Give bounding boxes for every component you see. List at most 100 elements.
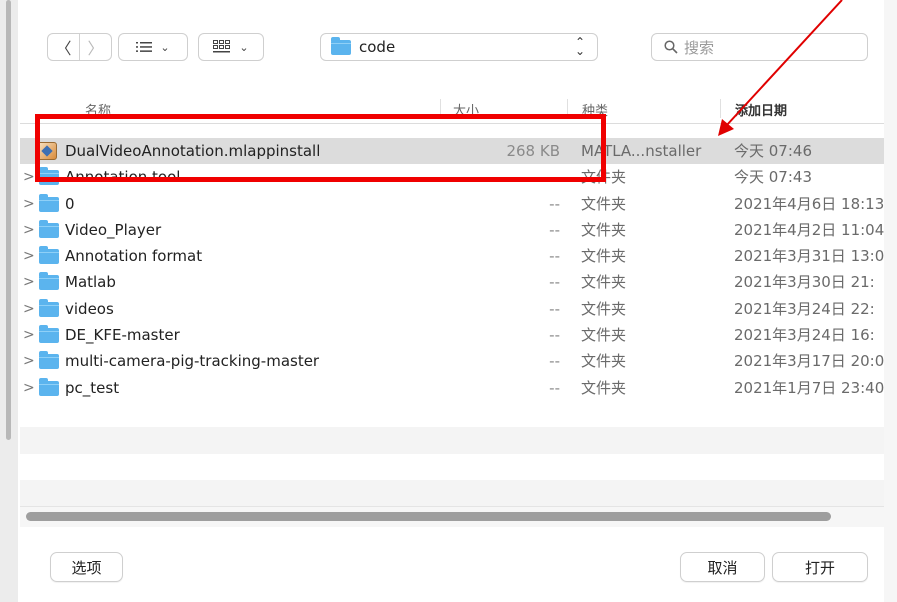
- chevron-down-icon: ⌄: [160, 40, 170, 54]
- file-kind: 文件夹: [581, 194, 627, 213]
- search-field[interactable]: 搜索: [651, 33, 868, 61]
- folder-location-label: code: [359, 38, 396, 56]
- folder-icon: [39, 246, 59, 265]
- file-name: Annotation format: [65, 247, 203, 266]
- file-name: videos: [65, 299, 114, 318]
- search-icon: [664, 40, 678, 54]
- column-divider[interactable]: [440, 99, 441, 118]
- folder-row[interactable]: > videos -- 文件夹 2021年3月24日 22:: [20, 296, 884, 322]
- column-divider[interactable]: [567, 99, 568, 118]
- search-placeholder: 搜索: [684, 38, 715, 57]
- file-date: 2021年1月7日 23:40: [734, 378, 884, 397]
- file-name: 0: [65, 194, 75, 213]
- empty-row: [20, 427, 884, 454]
- folder-icon: [39, 325, 59, 344]
- file-kind: 文件夹: [581, 378, 627, 397]
- window-left-edge: [0, 0, 18, 602]
- folder-icon: [39, 298, 59, 317]
- column-header: 名称 大小 种类 添加日期: [20, 95, 884, 124]
- file-name: Video_Player: [65, 220, 162, 239]
- file-size: --: [549, 247, 560, 266]
- file-date: 2021年4月6日 18:13: [734, 194, 884, 213]
- file-kind: 文件夹: [581, 326, 627, 345]
- folder-icon: [39, 219, 59, 238]
- disclosure-triangle-icon[interactable]: >: [23, 348, 35, 374]
- file-list: DualVideoAnnotation.mlappinstall 268 KB …: [20, 138, 884, 507]
- file-date: 2021年4月2日 11:04: [734, 220, 884, 239]
- horizontal-scrollbar[interactable]: [20, 506, 884, 527]
- file-size: --: [549, 194, 560, 213]
- file-date: 今天 07:46: [734, 142, 812, 160]
- file-size: --: [549, 273, 560, 292]
- folder-icon: [39, 167, 59, 186]
- folder-row[interactable]: > Video_Player -- 文件夹 2021年4月2日 11:04: [20, 217, 884, 243]
- disclosure-triangle-icon[interactable]: >: [23, 375, 35, 401]
- disclosure-triangle-icon[interactable]: >: [23, 191, 35, 217]
- app-installer-icon: [37, 142, 57, 160]
- updown-chevron-icon: ⌃ ⌄: [574, 35, 585, 58]
- file-date: 2021年3月30日 21:: [734, 273, 875, 292]
- column-divider[interactable]: [720, 99, 721, 118]
- file-size: --: [549, 220, 560, 239]
- disclosure-triangle-icon[interactable]: >: [23, 243, 35, 269]
- disclosure-triangle-icon[interactable]: >: [23, 296, 35, 322]
- folder-row[interactable]: > Matlab -- 文件夹 2021年3月30日 21:: [20, 269, 884, 295]
- disclosure-triangle-icon[interactable]: >: [23, 269, 35, 295]
- folder-row[interactable]: > Annotation format -- 文件夹 2021年3月31日 13…: [20, 243, 884, 269]
- chevron-right-icon: 〉: [87, 39, 104, 58]
- folder-icon: [39, 272, 59, 291]
- column-date-added-header[interactable]: 添加日期: [735, 100, 787, 119]
- column-kind-header[interactable]: 种类: [582, 100, 608, 119]
- column-size-header[interactable]: 大小: [453, 100, 479, 119]
- file-kind: MATLA...nstaller: [581, 142, 702, 160]
- file-row[interactable]: DualVideoAnnotation.mlappinstall 268 KB …: [20, 138, 884, 165]
- file-kind: 文件夹: [581, 247, 627, 266]
- chevron-left-icon: 〈: [55, 39, 72, 58]
- chevron-down-icon: ⌄: [239, 40, 249, 54]
- back-button[interactable]: 〈: [48, 34, 79, 60]
- file-date: 2021年3月24日 22:: [734, 299, 875, 318]
- file-kind: 文件夹: [581, 220, 627, 239]
- file-name: Annotation tool: [65, 168, 181, 187]
- list-icon: [136, 42, 153, 52]
- forward-button[interactable]: 〉: [80, 34, 111, 60]
- list-view-button[interactable]: ⌄: [118, 33, 188, 61]
- file-date: 2021年3月17日 20:0: [734, 352, 884, 371]
- file-size: --: [549, 299, 560, 318]
- cancel-button[interactable]: 取消: [680, 552, 765, 582]
- folder-row[interactable]: > multi-camera-pig-tracking-master -- 文件…: [20, 348, 884, 374]
- folder-icon: [39, 351, 59, 370]
- file-name: pc_test: [65, 378, 120, 397]
- window-right-edge: [884, 0, 897, 602]
- disclosure-triangle-icon[interactable]: >: [23, 164, 35, 190]
- file-date: 今天 07:43: [734, 168, 812, 187]
- file-size: 268 KB: [506, 142, 560, 160]
- grid-view-button[interactable]: ⌄: [198, 33, 264, 61]
- options-button[interactable]: 选项: [50, 552, 123, 582]
- folder-row[interactable]: > pc_test -- 文件夹 2021年1月7日 23:40: [20, 375, 884, 401]
- file-size: --: [549, 352, 560, 371]
- file-kind: 文件夹: [581, 299, 627, 318]
- folder-icon: [39, 377, 59, 396]
- file-size: --: [549, 326, 560, 345]
- grid-icon: [213, 40, 231, 53]
- file-name: DE_KFE-master: [65, 326, 180, 345]
- file-kind: 文件夹: [581, 168, 627, 187]
- file-date: 2021年3月24日 16:: [734, 326, 875, 345]
- file-name: multi-camera-pig-tracking-master: [65, 352, 320, 371]
- folder-row[interactable]: > Annotation tool -- 文件夹 今天 07:43: [20, 164, 884, 190]
- file-size: --: [549, 168, 560, 187]
- column-name-header[interactable]: 名称: [85, 100, 111, 119]
- folder-icon: [39, 193, 59, 212]
- folder-row[interactable]: > DE_KFE-master -- 文件夹 2021年3月24日 16:: [20, 322, 884, 348]
- open-button[interactable]: 打开: [772, 552, 868, 582]
- empty-row: [20, 454, 884, 480]
- window-scrollbar[interactable]: [6, 0, 11, 440]
- file-name: Matlab: [65, 273, 116, 292]
- back-forward-control: 〈 〉: [47, 33, 112, 61]
- disclosure-triangle-icon[interactable]: >: [23, 322, 35, 348]
- disclosure-triangle-icon[interactable]: >: [23, 217, 35, 243]
- folder-location-popup[interactable]: code ⌃ ⌄: [320, 33, 598, 61]
- folder-row[interactable]: > 0 -- 文件夹 2021年4月6日 18:13: [20, 191, 884, 217]
- horizontal-scrollbar-thumb[interactable]: [26, 512, 831, 521]
